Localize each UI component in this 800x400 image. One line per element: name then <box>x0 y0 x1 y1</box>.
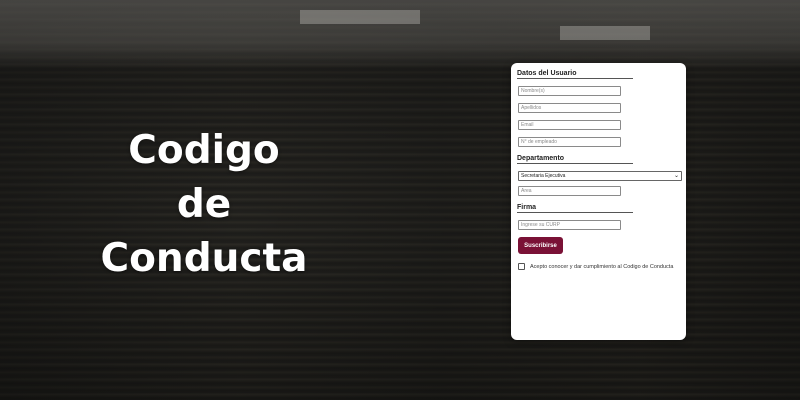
user-section-title: Datos del Usuario <box>517 70 633 79</box>
consent-label: Acepto conocer y dar cumplimiento al Cod… <box>530 263 674 270</box>
curp-input[interactable] <box>518 220 621 230</box>
consent-checkbox[interactable] <box>518 263 525 270</box>
lastname-input[interactable] <box>518 103 621 113</box>
title-line-3: Conducta <box>100 236 308 281</box>
department-section-title: Departamento <box>517 155 633 164</box>
subscription-form: Datos del Usuario Departamento Secretari… <box>511 63 686 340</box>
area-input[interactable] <box>518 186 621 196</box>
chevron-down-icon: ⌄ <box>673 173 679 179</box>
page-title: Codigo de Conducta <box>94 124 314 286</box>
department-select[interactable]: Secretaria Ejecutiva ⌄ <box>518 171 682 181</box>
subscribe-button[interactable]: Suscribirse <box>518 237 563 254</box>
email-input[interactable] <box>518 120 621 130</box>
title-line-2: de <box>176 182 232 227</box>
name-input[interactable] <box>518 86 621 96</box>
title-line-1: Codigo <box>128 128 280 173</box>
employee-number-input[interactable] <box>518 137 621 147</box>
consent-row: Acepto conocer y dar cumplimiento al Cod… <box>518 263 673 270</box>
department-select-value: Secretaria Ejecutiva <box>521 173 566 179</box>
signature-section-title: Firma <box>517 204 633 213</box>
